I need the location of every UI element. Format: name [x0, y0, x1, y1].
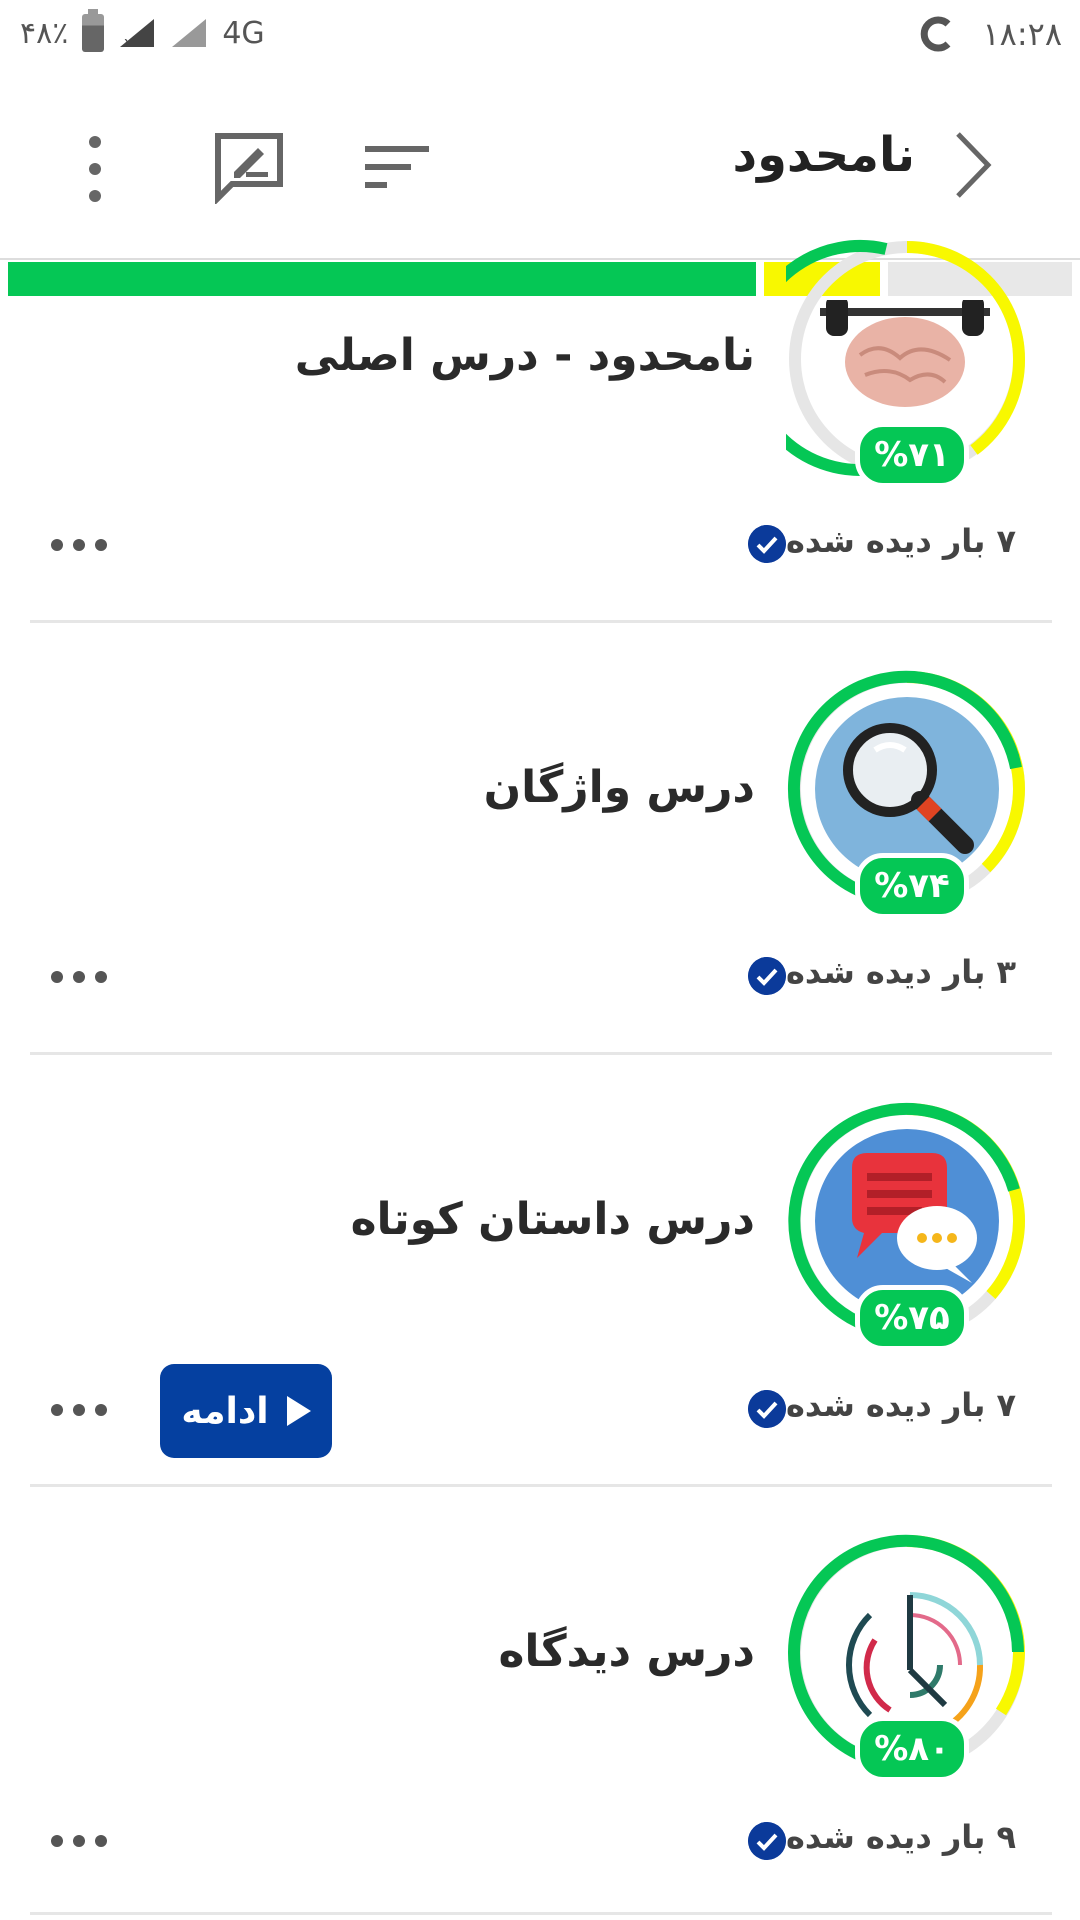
- card-divider: [30, 1912, 1052, 1915]
- seen-check-icon: [748, 1390, 786, 1428]
- more-options-icon[interactable]: [50, 538, 108, 552]
- more-vert-icon[interactable]: [80, 134, 110, 204]
- lesson-title: درس واژگان: [483, 762, 755, 813]
- lesson-view-count: ۷ بار دیده شده: [785, 1386, 1016, 1424]
- network-type: 4G: [222, 15, 265, 51]
- status-bar: ۴۸٪ x 4G ۱۸:۲۸: [0, 0, 1080, 72]
- more-options-icon[interactable]: [50, 1403, 108, 1417]
- seen-check-icon: [748, 1822, 786, 1860]
- resume-button[interactable]: ادامه: [160, 1364, 332, 1458]
- card-divider: [30, 1484, 1052, 1487]
- brain-dumbbell-icon: [820, 300, 990, 407]
- lesson-view-count: ۷ بار دیده شده: [785, 522, 1016, 560]
- clock-time: ۱۸:۲۸: [982, 15, 1062, 53]
- signal-no-sim-icon: x: [120, 19, 155, 49]
- sort-icon[interactable]: [365, 144, 429, 190]
- sync-icon: [921, 16, 951, 52]
- page-title: نامحدود: [732, 127, 915, 183]
- lesson-title: درس دیدگاه: [498, 1626, 755, 1677]
- magnifier-icon: [843, 723, 974, 854]
- resume-label: ادامه: [181, 1390, 269, 1432]
- chat-bubbles-icon: [852, 1153, 977, 1283]
- seen-check-icon: [748, 957, 786, 995]
- svg-text:x: x: [124, 35, 132, 49]
- back-chevron-icon[interactable]: [938, 130, 1008, 200]
- lesson-percent-badge: %۷۵: [855, 1285, 969, 1351]
- play-icon: [286, 1396, 311, 1426]
- lesson-view-count: ۳ بار دیده شده: [785, 953, 1016, 991]
- lesson-title: درس داستان کوتاه: [350, 1194, 755, 1245]
- lesson-percent-badge: %۸۰: [855, 1716, 969, 1782]
- card-divider: [30, 1052, 1052, 1055]
- signal-icon: [172, 19, 207, 47]
- battery-percent: ۴۸٪: [20, 15, 69, 51]
- battery-icon: [82, 9, 105, 52]
- lesson-title: نامحدود - درس اصلی: [294, 330, 755, 381]
- feedback-edit-icon[interactable]: [212, 130, 286, 204]
- overall-progress-green: [8, 262, 756, 296]
- lesson-percent-badge: %۷۱: [855, 422, 969, 488]
- lesson-percent-badge: %۷۴: [855, 853, 969, 919]
- app-bar: نامحدود: [0, 72, 1080, 260]
- more-options-icon[interactable]: [50, 970, 108, 984]
- seen-check-icon: [748, 525, 786, 563]
- more-options-icon[interactable]: [50, 1834, 108, 1848]
- card-divider: [30, 620, 1052, 623]
- lesson-view-count: ۹ بار دیده شده: [785, 1818, 1016, 1856]
